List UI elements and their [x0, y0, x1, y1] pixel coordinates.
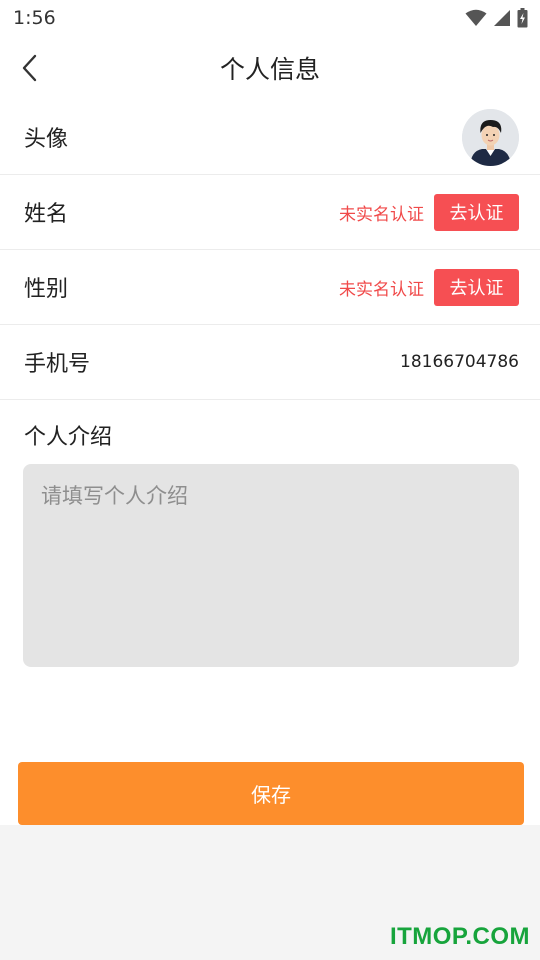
back-button[interactable] [14, 52, 46, 84]
status-icons [465, 8, 528, 28]
page-title: 个人信息 [219, 55, 320, 84]
gender-verify-button[interactable]: 去认证 [434, 268, 519, 306]
gender-status-group: 未实名认证 去认证 [339, 268, 519, 306]
battery-icon [517, 8, 528, 28]
status-bar: 1:56 [0, 0, 540, 36]
name-status-group: 未实名认证 去认证 [339, 193, 519, 231]
name-verify-button[interactable]: 去认证 [434, 193, 519, 231]
watermark: ITMOP.COM [389, 923, 530, 950]
phone-row: 手机号 18166704786 [0, 325, 540, 400]
gender-row: 性别 未实名认证 去认证 [0, 250, 540, 325]
name-row: 姓名 未实名认证 去认证 [0, 175, 540, 250]
cell-signal-icon [494, 10, 510, 26]
chevron-left-icon [22, 54, 37, 82]
gender-label: 性别 [24, 277, 69, 302]
phone-label: 手机号 [24, 352, 91, 377]
name-label: 姓名 [24, 202, 69, 227]
gender-unverified-text: 未实名认证 [339, 279, 424, 300]
name-unverified-text: 未实名认证 [339, 204, 424, 225]
save-button[interactable]: 保存 [18, 762, 524, 825]
intro-textarea[interactable] [23, 464, 519, 667]
wifi-icon [465, 9, 487, 26]
intro-label: 个人介绍 [24, 425, 113, 450]
avatar-row[interactable]: 头像 [0, 100, 540, 175]
avatar-image [462, 108, 519, 166]
nav-bar: 个人信息 [0, 36, 540, 100]
avatar-label: 头像 [24, 127, 69, 152]
avatar[interactable] [462, 108, 519, 166]
status-time: 1:56 [13, 7, 56, 29]
phone-value: 18166704786 [400, 352, 519, 372]
